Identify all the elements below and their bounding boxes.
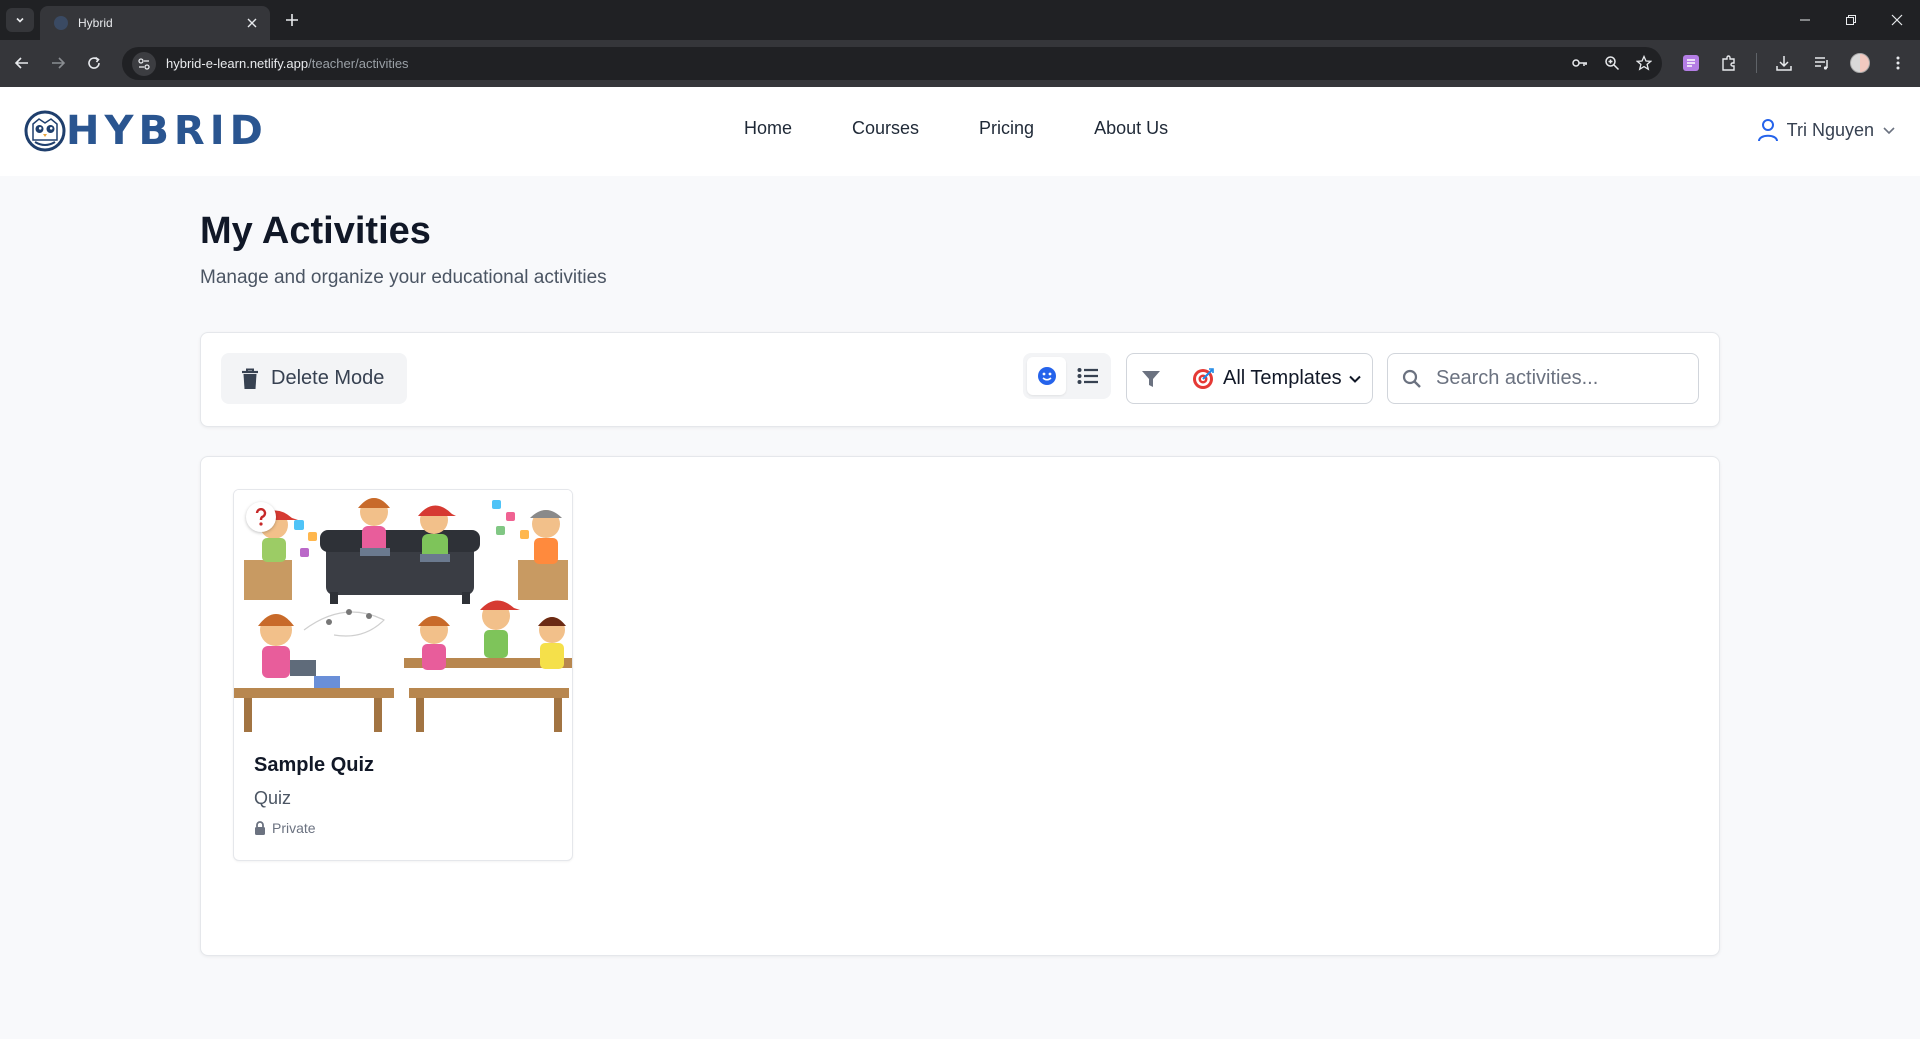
delete-mode-label: Delete Mode — [271, 367, 385, 389]
activities-toolbar: Delete Mode All Templates — [200, 332, 1720, 427]
site-logo[interactable]: HYBRID — [24, 110, 268, 152]
activity-type: Quiz — [254, 788, 292, 808]
logo-text: HYBRID — [66, 108, 268, 154]
nav-home[interactable]: Home — [744, 118, 792, 139]
back-button[interactable] — [12, 53, 32, 73]
browser-toolbar: hybrid-e-learn.netlify.app/teacher/activ… — [0, 40, 1920, 87]
search-input[interactable] — [1436, 367, 1686, 390]
url-path: /teacher/activities — [308, 56, 409, 71]
arrow-right-icon — [52, 57, 66, 69]
visibility-label: Private — [272, 820, 316, 836]
close-icon — [1891, 14, 1903, 26]
zoom-icon[interactable] — [1602, 53, 1622, 73]
address-bar[interactable]: hybrid-e-learn.netlify.app/teacher/activ… — [122, 47, 1662, 80]
extension-app-icon[interactable] — [1680, 52, 1702, 74]
target-icon — [1193, 367, 1214, 389]
chevron-down-icon — [1349, 375, 1361, 383]
browser-tab-active[interactable]: Hybrid — [40, 6, 270, 40]
user-icon — [1757, 119, 1778, 142]
site-header: HYBRID Home Courses Pricing About Us Tri… — [0, 87, 1920, 176]
toolbar-divider — [1756, 53, 1757, 73]
page-title: My Activities — [200, 210, 431, 252]
user-menu[interactable]: Tri Nguyen — [1757, 118, 1896, 142]
grid-view-button[interactable] — [1027, 357, 1066, 395]
page-subtitle: Manage and organize your educational act… — [200, 267, 607, 288]
list-view-button[interactable] — [1068, 357, 1107, 395]
extension-icons — [1680, 52, 1909, 74]
user-name: Tri Nguyen — [1786, 119, 1874, 140]
tab-title: Hybrid — [78, 16, 113, 30]
new-tab-button[interactable] — [282, 10, 302, 30]
chevron-down-icon — [1883, 127, 1895, 135]
activity-title: Sample Quiz — [254, 754, 375, 776]
view-mode-toggle — [1023, 353, 1111, 399]
activity-visibility: Private — [254, 820, 316, 836]
download-icon[interactable] — [1773, 52, 1795, 74]
site-info-icon[interactable] — [132, 51, 156, 76]
media-control-icon[interactable] — [1811, 52, 1833, 74]
trash-icon — [242, 368, 258, 389]
activities-grid: Sample Quiz Quiz Private — [200, 456, 1720, 956]
owl-logo-icon — [24, 110, 66, 152]
plus-icon — [286, 14, 298, 26]
activity-thumbnail-image — [234, 490, 572, 732]
search-icon — [1402, 369, 1421, 388]
tab-favicon-icon — [54, 16, 68, 30]
close-window-button[interactable] — [1874, 0, 1920, 40]
restore-icon — [1846, 15, 1856, 25]
filter-funnel-icon — [1142, 370, 1160, 387]
profile-avatar-icon[interactable] — [1849, 52, 1871, 74]
window-controls — [1782, 0, 1920, 40]
list-icon — [1077, 368, 1098, 384]
quiz-badge — [246, 502, 276, 532]
chevron-down-icon — [16, 17, 24, 23]
template-filter-value: All Templates — [1223, 367, 1342, 389]
smiley-grid-icon — [1037, 367, 1056, 385]
tab-close-icon[interactable] — [244, 15, 260, 31]
reload-icon — [88, 56, 100, 69]
activity-card[interactable]: Sample Quiz Quiz Private — [233, 489, 573, 861]
more-menu-icon[interactable] — [1887, 52, 1909, 74]
search-box — [1387, 353, 1699, 404]
arrow-left-icon — [14, 57, 28, 69]
password-key-icon[interactable] — [1570, 53, 1590, 73]
restore-button[interactable] — [1828, 0, 1874, 40]
bookmark-star-icon[interactable] — [1634, 53, 1654, 73]
lock-icon — [255, 821, 265, 835]
browser-tab-bar: Hybrid — [0, 0, 1920, 40]
nav-about-us[interactable]: About Us — [1094, 118, 1168, 139]
tab-search-button[interactable] — [6, 8, 34, 32]
url-host: hybrid-e-learn.netlify.app — [166, 56, 309, 71]
main-nav: Home Courses Pricing About Us — [744, 118, 1168, 139]
minimize-button[interactable] — [1782, 0, 1828, 40]
question-mark-icon — [255, 508, 267, 526]
extensions-puzzle-icon[interactable] — [1718, 52, 1740, 74]
forward-button[interactable] — [48, 53, 68, 73]
template-filter-select[interactable]: All Templates — [1126, 353, 1373, 404]
address-bar-actions — [1570, 53, 1654, 73]
nav-pricing[interactable]: Pricing — [979, 118, 1034, 139]
minimize-icon — [1800, 19, 1810, 21]
reload-button[interactable] — [84, 53, 104, 73]
delete-mode-button[interactable]: Delete Mode — [221, 353, 407, 404]
nav-courses[interactable]: Courses — [852, 118, 919, 139]
url-text: hybrid-e-learn.netlify.app/teacher/activ… — [166, 56, 409, 71]
